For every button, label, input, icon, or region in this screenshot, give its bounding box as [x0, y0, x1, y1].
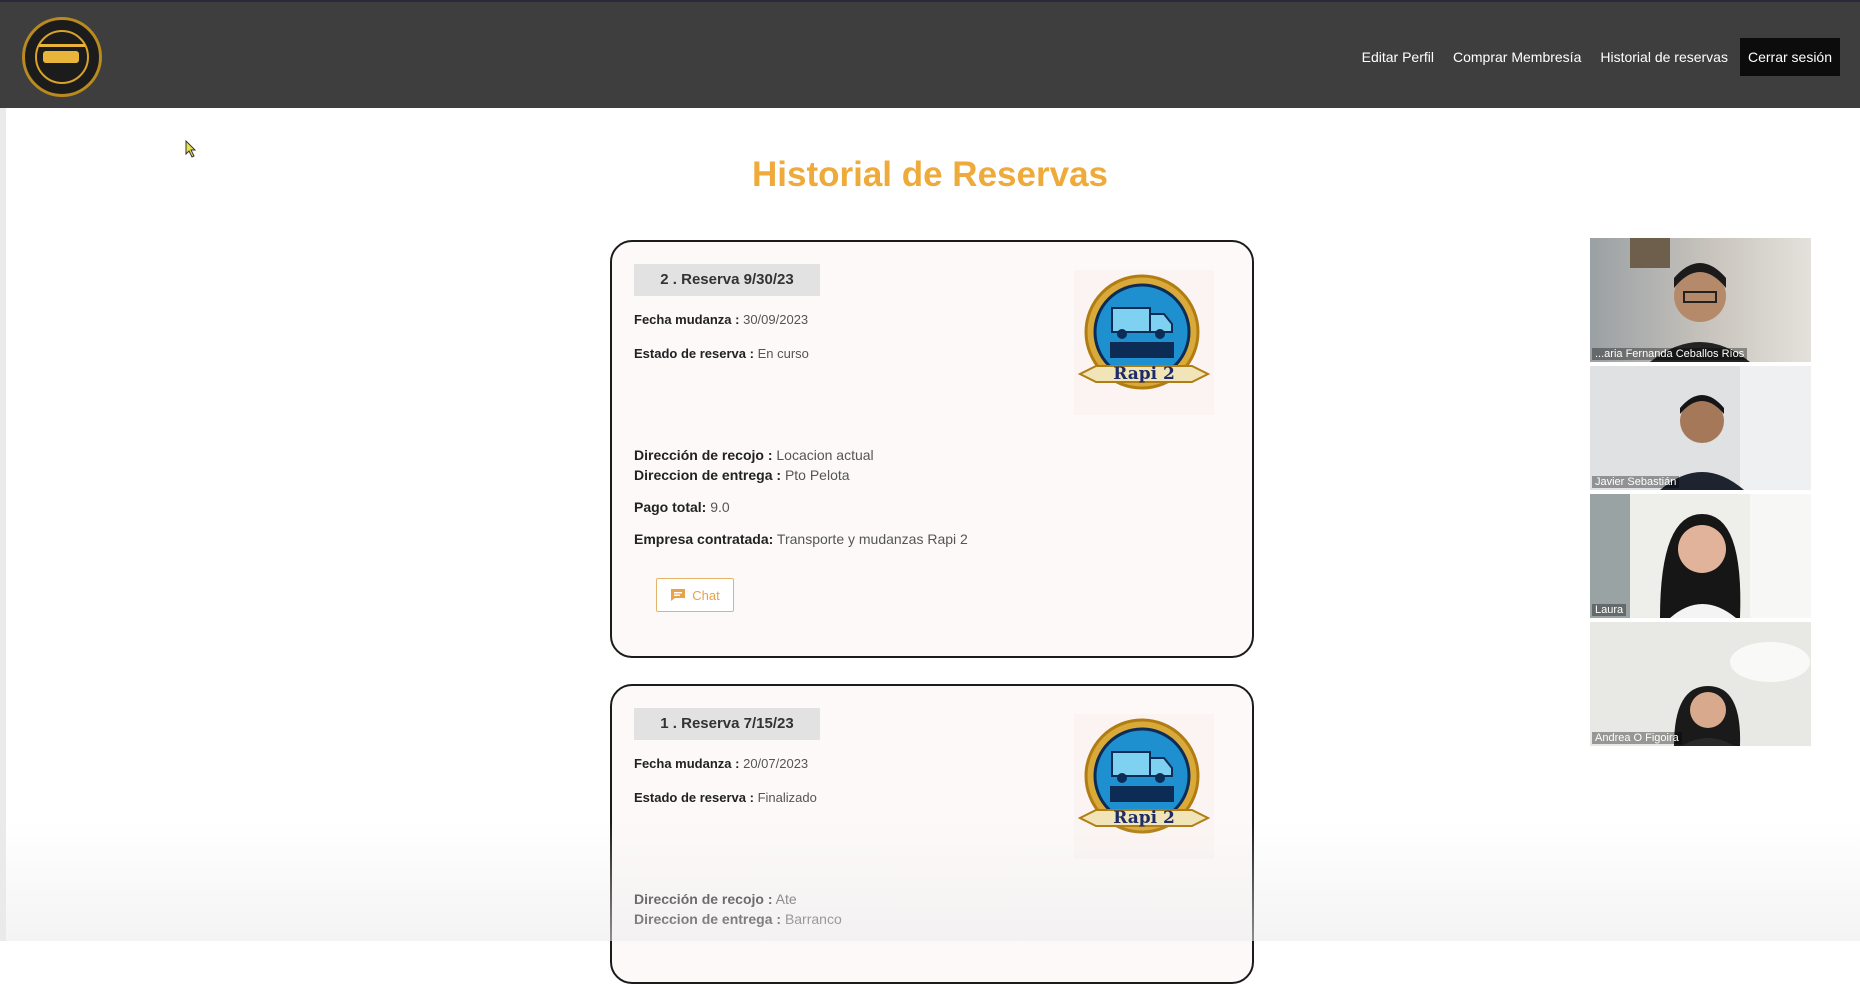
- chat-label: Chat: [692, 587, 720, 603]
- estado-label: Estado de reserva :: [634, 346, 754, 361]
- fecha-label: Fecha mudanza :: [634, 756, 740, 771]
- chat-bubble-icon: [671, 589, 686, 601]
- recojo-label: Dirección de recojo :: [634, 447, 773, 463]
- video-tile[interactable]: Andrea O Figoira: [1590, 622, 1811, 746]
- empresa-line: Empresa contratada: Transporte y mudanza…: [634, 531, 968, 547]
- logo-bar: [39, 44, 85, 47]
- logo-truck-icon: [43, 51, 79, 63]
- person-avatar-icon: [1590, 366, 1811, 490]
- video-tile[interactable]: Laura: [1590, 494, 1811, 618]
- nav-editar-perfil[interactable]: Editar Perfil: [1362, 49, 1434, 65]
- entrega-value: Pto Pelota: [784, 467, 850, 483]
- person-avatar-icon: [1630, 238, 1750, 362]
- nav-links: Editar Perfil Comprar Membresía Historia…: [1343, 38, 1840, 76]
- estado-value: En curso: [757, 346, 809, 361]
- recojo-value: Locacion actual: [776, 447, 874, 463]
- nav-comprar-membresia[interactable]: Comprar Membresía: [1453, 49, 1581, 65]
- logout-button[interactable]: Cerrar sesión: [1739, 38, 1840, 76]
- reservation-card: 2 . Reserva 9/30/23 Fecha mudanza : 30/0…: [610, 240, 1254, 658]
- pago-label: Pago total:: [634, 499, 707, 515]
- recojo-line: Dirección de recojo : Locacion actual: [634, 447, 874, 463]
- participant-name: ...aria Fernanda Ceballos Ríos: [1592, 348, 1748, 360]
- pago-line: Pago total: 9.0: [634, 499, 730, 515]
- reservation-header: 1 . Reserva 7/15/23: [634, 708, 820, 740]
- estado-value: Finalizado: [757, 790, 817, 805]
- empresa-label: Empresa contratada:: [634, 531, 774, 547]
- video-tile[interactable]: Javier Sebastián: [1590, 366, 1811, 490]
- recojo-line: Dirección de recojo : Ate: [634, 891, 797, 907]
- pago-value: 9.0: [710, 499, 730, 515]
- company-badge: Rapi 2: [1074, 270, 1214, 415]
- badge-brand-text: Rapi 2: [1113, 808, 1175, 828]
- participant-name: Laura: [1592, 604, 1627, 616]
- entrega-line: Direccion de entrega : Pto Pelota: [634, 467, 850, 483]
- fecha-mudanza-line: Fecha mudanza : 20/07/2023: [634, 756, 808, 771]
- entrega-line: Direccion de entrega : Barranco: [634, 911, 842, 927]
- chat-button[interactable]: Chat: [656, 578, 734, 612]
- person-avatar-icon: [1590, 494, 1811, 618]
- entrega-value: Barranco: [784, 911, 842, 927]
- fecha-label: Fecha mudanza :: [634, 312, 740, 327]
- top-navbar: Editar Perfil Comprar Membresía Historia…: [0, 0, 1860, 108]
- truck-badge-icon: [1077, 718, 1211, 834]
- entrega-label: Direccion de entrega :: [634, 911, 782, 927]
- entrega-label: Direccion de entrega :: [634, 467, 782, 483]
- truck-badge-icon: [1077, 274, 1211, 390]
- estado-line: Estado de reserva : En curso: [634, 346, 809, 361]
- participant-name: Javier Sebastián: [1592, 476, 1680, 488]
- recojo-label: Dirección de recojo :: [634, 891, 773, 907]
- nav-historial-reservas[interactable]: Historial de reservas: [1600, 49, 1728, 65]
- fecha-mudanza-line: Fecha mudanza : 30/09/2023: [634, 312, 808, 327]
- fecha-value: 20/07/2023: [743, 756, 809, 771]
- reservation-header: 2 . Reserva 9/30/23: [634, 264, 820, 296]
- badge-brand-text: Rapi 2: [1113, 364, 1175, 384]
- estado-line: Estado de reserva : Finalizado: [634, 790, 817, 805]
- reservation-card: 1 . Reserva 7/15/23 Fecha mudanza : 20/0…: [610, 684, 1254, 984]
- company-badge: Rapi 2: [1074, 714, 1214, 859]
- left-edge-shadow: [0, 108, 6, 941]
- page-title: Historial de Reservas: [751, 155, 1108, 194]
- brand-logo[interactable]: [22, 17, 102, 97]
- empresa-value: Transporte y mudanzas Rapi 2: [776, 531, 968, 547]
- participant-name: Andrea O Figoira: [1592, 732, 1682, 744]
- fecha-value: 30/09/2023: [743, 312, 809, 327]
- recojo-value: Ate: [775, 891, 797, 907]
- video-tile[interactable]: ...aria Fernanda Ceballos Ríos: [1590, 238, 1811, 362]
- person-avatar-icon: [1590, 622, 1811, 746]
- estado-label: Estado de reserva :: [634, 790, 754, 805]
